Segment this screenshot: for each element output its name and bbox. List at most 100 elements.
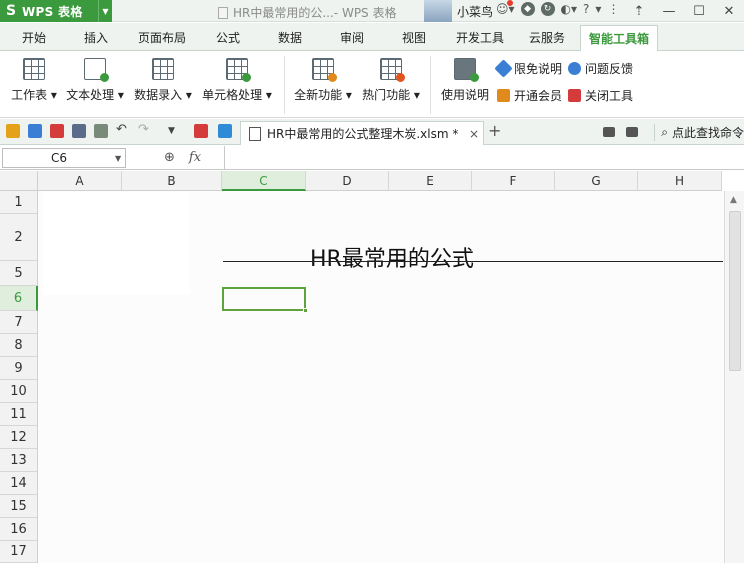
restore-ribbon-icon[interactable]: ⇡ [624,0,654,22]
print-preview-icon[interactable] [94,124,108,138]
spreadsheet-file-icon [249,126,261,141]
customize-qat-icon[interactable]: ▼ [168,126,182,140]
row-header[interactable]: 12 [0,426,38,449]
document-tab[interactable]: HR中最常用的公式整理木炭.xlsm * × [240,121,484,145]
close-tab-icon[interactable]: × [465,127,483,141]
scrollbar-thumb[interactable] [729,211,741,371]
tab-view[interactable]: 视图 [402,29,426,46]
settings-icon[interactable]: ◐▾ [561,2,578,16]
new-tab-icon[interactable]: + [488,121,501,140]
download-icon[interactable] [626,127,638,137]
redo-icon[interactable]: ↷ [138,122,152,137]
document-tab-title: HR中最常用的公式整理木炭.xlsm * [267,127,459,141]
row-header[interactable]: 17 [0,541,38,563]
formula-input[interactable] [224,146,744,170]
avatar[interactable] [424,0,452,22]
sheet-title[interactable]: HR最常用的公式 [310,241,474,273]
column-header[interactable]: D [306,171,389,191]
cell-process-button[interactable]: 单元格处理 ▾ [200,58,274,103]
active-cell[interactable] [222,287,308,313]
document-icon [218,6,228,19]
vertical-scrollbar[interactable]: ▲ [724,191,744,563]
sync-icon[interactable]: ↻ [540,2,555,16]
column-header[interactable]: G [555,171,638,191]
row-header[interactable]: 10 [0,380,38,403]
usage-guide-button[interactable]: 使用说明 [438,58,492,103]
row-header[interactable]: 14 [0,472,38,495]
zoom-icon[interactable]: ⊕ [164,150,175,165]
row-header[interactable]: 5 [0,261,38,286]
title-underline [223,261,723,262]
help-icon[interactable]: ? [583,2,589,16]
more-icon[interactable]: ⋮ [607,2,619,16]
column-header-selected[interactable]: C [222,171,306,191]
wps-home-icon[interactable] [194,124,208,138]
row-header[interactable]: 16 [0,518,38,541]
slideshow-icon[interactable] [603,127,615,137]
ribbon-divider [430,56,431,114]
tab-page-layout[interactable]: 页面布局 [138,29,186,46]
text-process-button[interactable]: 文本处理 ▾ [64,58,126,103]
tab-home[interactable]: 开始 [22,29,46,46]
new-feature-button[interactable]: 全新功能 ▾ [292,58,354,103]
tab-insert[interactable]: 插入 [84,29,108,46]
tab-smart-toolbox[interactable]: 智能工具箱 [580,25,659,51]
window-controls: ⇡ — ☐ ✕ [624,0,744,22]
skin-icon[interactable]: ☺▾ [496,2,515,16]
column-header[interactable]: H [638,171,722,191]
cell-area[interactable]: HR最常用的公式 [38,191,724,563]
app-menu-button[interactable]: S WPS 表格 ▼ [0,0,112,22]
row-header[interactable]: 13 [0,449,38,472]
worksheet-icon [23,58,45,80]
save-icon[interactable] [28,124,42,138]
worksheet-button[interactable]: 工作表 ▾ [8,58,60,103]
data-entry-icon [152,58,174,80]
export-pdf-icon[interactable] [50,124,64,138]
data-entry-button[interactable]: 数据录入 ▾ [132,58,194,103]
open-folder-icon[interactable] [6,124,20,138]
scroll-up-icon[interactable]: ▲ [730,195,737,205]
membership-button[interactable]: 开通会员 [497,87,562,104]
tab-cloud[interactable]: 云服务 [529,29,565,46]
fill-handle[interactable] [303,308,308,313]
name-box[interactable]: C6 ▼ [2,148,126,168]
tab-formulas[interactable]: 公式 [216,29,240,46]
chevron-down-icon[interactable]: ▼ [115,154,125,163]
find-command-search[interactable]: ⌕ 点此查找命令 [654,124,744,141]
tab-data[interactable]: 数据 [278,29,302,46]
tab-review[interactable]: 审阅 [340,29,364,46]
column-header[interactable]: F [472,171,555,191]
share-icon[interactable]: ◆ [520,2,535,16]
formula-tools: ⊕ fx [164,150,201,165]
column-header[interactable]: E [389,171,472,191]
row-header[interactable]: 7 [0,311,38,334]
cube-icon[interactable] [218,124,232,138]
row-header[interactable]: 1 [0,191,38,214]
close-icon[interactable]: ✕ [714,0,744,22]
free-trial-info-button[interactable]: 限免说明 [494,59,562,78]
column-header[interactable]: A [38,171,122,191]
feedback-button[interactable]: 问题反馈 [568,60,633,77]
column-header[interactable]: B [122,171,222,191]
fx-icon[interactable]: fx [189,150,201,165]
row-header-selected[interactable]: 6 [0,286,38,311]
row-header[interactable]: 15 [0,495,38,518]
search-icon: ⌕ [661,125,668,139]
undo-icon[interactable]: ↶ [116,122,130,137]
close-tool-button[interactable]: 关闭工具 [568,87,633,104]
row-header[interactable]: 2 [0,214,38,261]
maximize-icon[interactable]: ☐ [684,0,714,22]
app-name: WPS 表格 [22,4,83,19]
row-header[interactable]: 8 [0,334,38,357]
tab-developer[interactable]: 开发工具 [456,29,504,46]
chevron-down-icon[interactable]: ▾ [595,2,601,16]
chevron-down-icon[interactable]: ▼ [98,0,112,22]
print-icon[interactable] [72,124,86,138]
row-header[interactable]: 9 [0,357,38,380]
name-box-value: C6 [50,151,67,165]
hot-feature-button[interactable]: 热门功能 ▾ [360,58,422,103]
row-header[interactable]: 11 [0,403,38,426]
select-all-corner[interactable] [0,171,38,191]
username[interactable]: 小菜鸟 [457,3,493,20]
minimize-icon[interactable]: — [654,0,684,22]
